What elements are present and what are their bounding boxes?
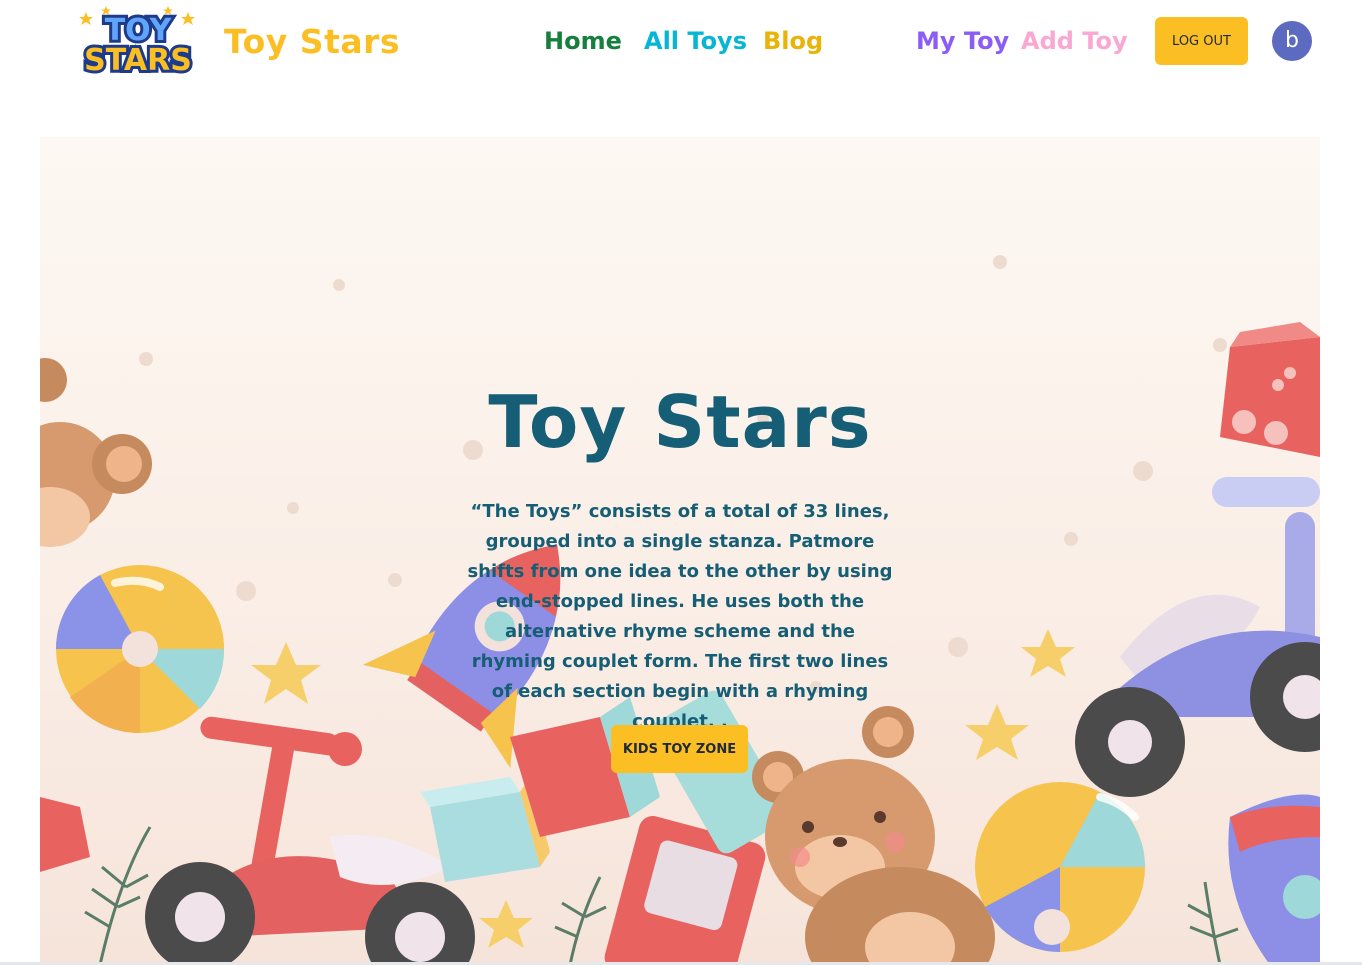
nav-link-all-toys[interactable]: All Toys xyxy=(644,27,747,55)
kids-toy-zone-button[interactable]: KIDS TOY ZONE xyxy=(611,725,748,773)
logo-icon[interactable]: TOY TOY STARS STARS xyxy=(76,4,200,74)
nav-link-add-toy[interactable]: Add Toy xyxy=(1021,27,1128,55)
brand-title[interactable]: Toy Stars xyxy=(224,22,400,61)
svg-text:STARS: STARS xyxy=(84,43,192,74)
navbar: TOY TOY STARS STARS Toy Stars Home All T… xyxy=(0,0,1362,90)
bicycle-icon xyxy=(1075,477,1320,797)
hero-title: Toy Stars xyxy=(488,380,872,464)
hero-description: “The Toys” consists of a total of 33 lin… xyxy=(467,501,893,732)
rocket-icon xyxy=(1228,794,1320,965)
avatar[interactable]: b xyxy=(1272,21,1312,61)
teddy-bear-icon xyxy=(752,706,995,965)
logout-button[interactable]: LOG OUT xyxy=(1155,17,1248,65)
beach-ball-icon xyxy=(975,782,1145,953)
nav-link-blog[interactable]: Blog xyxy=(763,27,823,55)
beach-ball-icon xyxy=(55,565,225,734)
hero-banner: Toy Stars “The Toys” consists of a total… xyxy=(40,137,1320,965)
nav-link-home[interactable]: Home xyxy=(544,27,622,55)
bicycle-icon xyxy=(145,716,475,965)
nav-link-my-toy[interactable]: My Toy xyxy=(916,27,1009,55)
